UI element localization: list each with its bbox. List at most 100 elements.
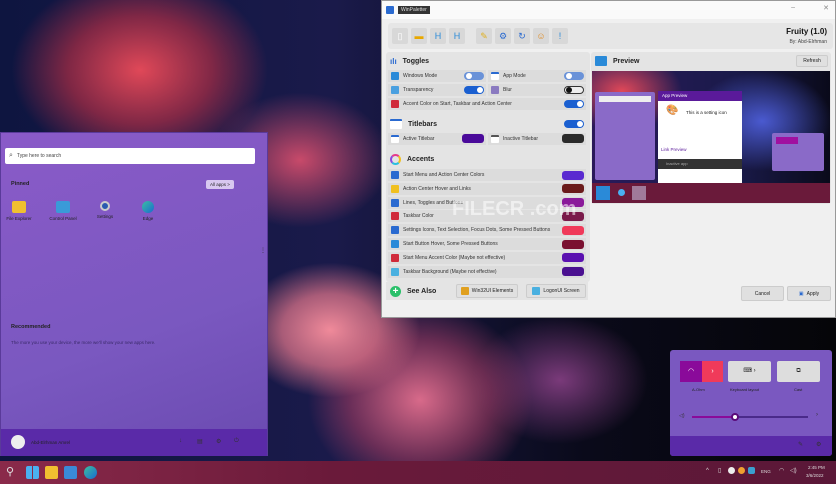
wifi-icon[interactable]: ◠ [779, 467, 784, 474]
user-name[interactable]: Abd-Elrhman Amrel [31, 440, 70, 445]
settings-icon[interactable]: ⚙ [816, 441, 821, 448]
accent-item-icon [391, 240, 399, 248]
pinned-label: Pinned [11, 181, 30, 187]
accent-color-swatch[interactable] [562, 239, 584, 249]
accent-color-swatch[interactable] [562, 225, 584, 235]
pin-settings[interactable]: Settings [85, 201, 125, 219]
edge-icon [142, 201, 154, 213]
active-titlebar-swatch[interactable] [462, 134, 484, 143]
accent-color-swatch[interactable] [562, 184, 584, 194]
avatar[interactable] [11, 435, 25, 449]
start-search-input[interactable]: ⌕ Type here to search [5, 148, 255, 164]
settings-icon[interactable]: ⚙ [495, 28, 511, 44]
settings-icon[interactable]: ⚙ [216, 438, 221, 445]
app-mode-toggle[interactable] [564, 72, 584, 80]
edge-icon[interactable] [84, 466, 97, 479]
blur-toggle[interactable] [564, 86, 584, 94]
apply-label: Apply [806, 290, 820, 297]
file-explorer-icon[interactable] [45, 466, 58, 479]
save-icon[interactable]: H [430, 28, 446, 44]
cast-label: Cast [794, 387, 803, 392]
settings-icon [100, 201, 110, 211]
pin-label: File Explorer [6, 216, 32, 221]
preview-panel: Preview Refresh App Preview 🎨 This is a … [591, 52, 831, 204]
edit-icon[interactable]: ✎ [798, 441, 803, 448]
clock-date[interactable]: 3/6/2022 [806, 473, 824, 478]
open-folder-icon[interactable]: ▬ [411, 28, 427, 44]
win32ui-label: Win32UI Elements [471, 288, 514, 294]
pin-control-panel[interactable]: Control Panel [43, 201, 83, 221]
keyboard-label: Keyboard layout [730, 387, 759, 392]
monitor-icon [595, 56, 607, 66]
wifi-toggle[interactable]: ◠ [680, 361, 702, 382]
chrome-icon[interactable] [728, 467, 735, 474]
pin-edge[interactable]: Edge [128, 201, 168, 221]
accent-on-row: Accent Color on Start, Taskbar and Actio… [388, 98, 586, 110]
apply-button[interactable]: ▣ Apply [787, 286, 831, 301]
cast-button[interactable]: ⧉ [777, 361, 820, 382]
minimize-button[interactable]: – [791, 4, 795, 11]
wifi-expand[interactable]: › [702, 361, 723, 382]
inactive-titlebar-swatch[interactable] [562, 134, 584, 143]
win32ui-button[interactable]: Win32UI Elements [456, 284, 518, 298]
control-panel-icon [56, 201, 70, 213]
accent-label: Start Button Hover, Some Pressed Buttons [403, 241, 498, 247]
accent-color-swatch[interactable] [562, 267, 584, 277]
titlebar-icon [390, 119, 402, 129]
quick-settings: ◠ › A-Ohm ⌨ › Keyboard layout ⧉ Cast ◁) … [670, 350, 832, 456]
search-icon[interactable]: ⚲ [6, 465, 14, 478]
accent-item-icon [391, 226, 399, 235]
all-apps-button[interactable]: All apps > [206, 180, 234, 189]
logonui-button[interactable]: LogonUI Screen [526, 284, 586, 298]
new-file-icon[interactable]: ▯ [392, 28, 408, 44]
transparency-icon [391, 86, 399, 94]
preview-setting-text: This is a setting icon [686, 110, 727, 115]
window-icon [491, 72, 499, 80]
accent-label: Taskbar Color [403, 213, 434, 220]
cancel-button[interactable]: Cancel [741, 286, 784, 301]
task-view-icon[interactable] [26, 466, 39, 479]
download-icon[interactable]: ↓ [179, 438, 182, 444]
pin-file-explorer[interactable]: File Explorer [0, 201, 39, 221]
user-icon[interactable]: ☺ [533, 28, 549, 44]
clock-time[interactable]: 2:45 PM [808, 465, 825, 470]
more-icon[interactable]: ⋮ [260, 247, 266, 254]
volume-slider[interactable] [692, 413, 808, 421]
window-icon [491, 135, 499, 143]
refresh-button[interactable]: Refresh [796, 55, 828, 67]
color-wheel-icon [390, 153, 401, 165]
accent-label: Start Menu Accent Color (Maybe not effec… [403, 254, 506, 261]
settings-panel: ılı Toggles Windows Mode App Mode Transpa… [386, 52, 590, 300]
accent-row: Start Menu and Action Center Colors [388, 169, 586, 181]
accent-color-swatch[interactable] [562, 170, 584, 180]
winpaletter-icon[interactable] [64, 466, 77, 479]
win32-icon [460, 287, 469, 295]
chevron-up-icon[interactable]: ^ [706, 468, 709, 474]
close-button[interactable]: ✕ [823, 4, 829, 12]
palette-author: By: Abd-Elrhman [789, 39, 827, 45]
chevron-right-icon[interactable]: › [816, 412, 818, 418]
documents-icon[interactable]: ▤ [197, 438, 203, 445]
edit-icon[interactable]: ✎ [476, 28, 492, 44]
accent-color-swatch[interactable] [562, 253, 584, 263]
bars-icon: ılı [390, 56, 397, 66]
accent-on-toggle[interactable] [564, 100, 584, 108]
titlebars-header: Titlebars [386, 116, 588, 132]
titlebars-toggle[interactable] [564, 120, 584, 128]
start-menu: ⌕ Type here to search Pinned All apps > F… [0, 132, 268, 456]
usb-icon[interactable]: ▯ [718, 467, 721, 474]
keyboard-layout-button[interactable]: ⌨ › [728, 361, 771, 382]
accent-label: Settings Icons, Text Selection, Focus Do… [403, 227, 551, 234]
volume-thumb[interactable] [730, 413, 739, 421]
refresh-icon[interactable]: ↻ [514, 28, 530, 44]
transparency-toggle[interactable] [464, 86, 484, 94]
save-as-icon[interactable]: H [449, 28, 465, 44]
tray-app-icon[interactable] [748, 467, 755, 474]
tray-app-icon[interactable] [738, 467, 745, 474]
windows-mode-toggle[interactable] [464, 72, 484, 80]
power-icon[interactable]: ⏻ [234, 438, 239, 445]
language-indicator[interactable]: ENG [761, 469, 771, 474]
window-title: WinPaletter [398, 6, 430, 14]
volume-icon[interactable]: ◁) [790, 467, 797, 474]
info-icon[interactable]: ! [552, 28, 568, 44]
